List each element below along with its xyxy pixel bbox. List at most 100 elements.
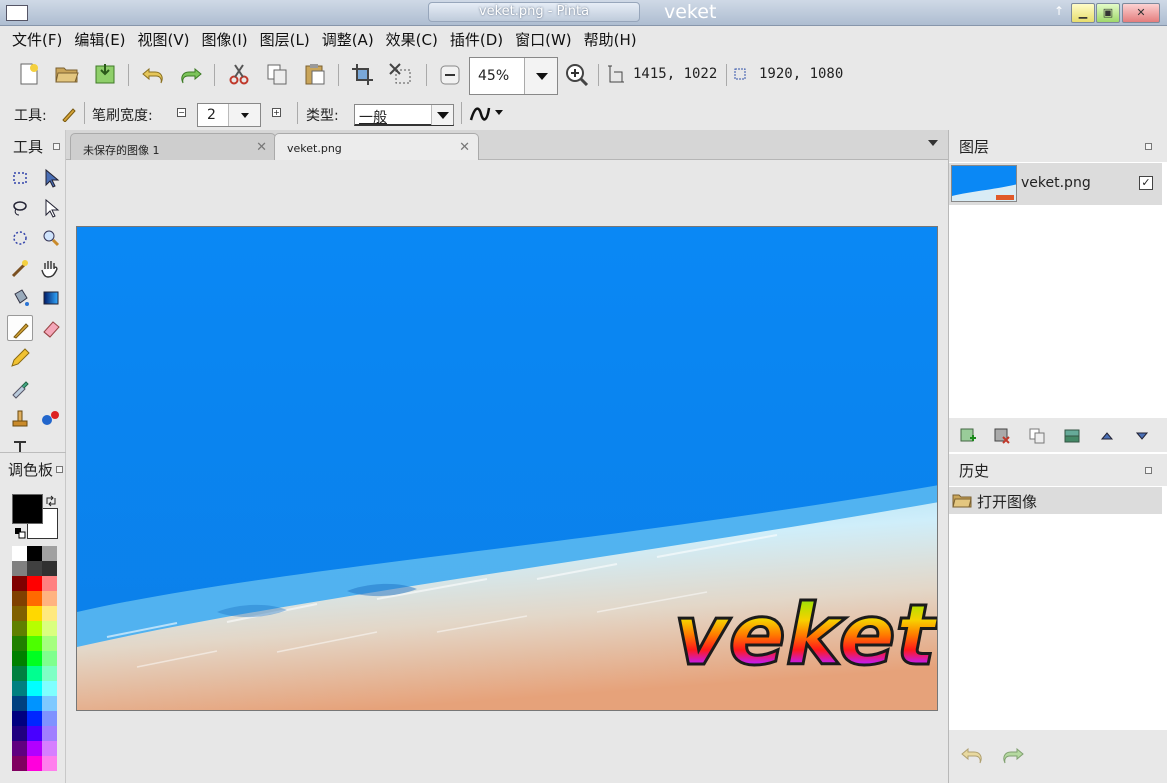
recolor-tool-icon[interactable] [38,405,64,431]
move-layer-down-icon[interactable] [1133,427,1151,445]
redo-icon[interactable] [1000,742,1026,766]
image-canvas[interactable]: veket [76,226,938,711]
palette-swatch[interactable] [27,621,42,636]
pin-icon[interactable] [56,466,63,473]
copy-icon[interactable] [264,62,290,86]
pin-icon[interactable] [1145,467,1152,474]
palette-swatch[interactable] [12,546,27,561]
palette-swatch[interactable] [12,606,27,621]
palette-swatch[interactable] [42,651,57,666]
arrow-up-icon[interactable]: ↑ [1054,4,1064,18]
duplicate-layer-icon[interactable] [1028,427,1046,445]
palette-swatch[interactable] [12,756,27,771]
palette-swatch[interactable] [42,561,57,576]
palette-swatch[interactable] [12,621,27,636]
close-button[interactable]: ✕ [1122,3,1160,23]
minimize-button[interactable]: ▁ [1071,3,1095,23]
palette-swatch[interactable] [27,651,42,666]
menu-image[interactable]: 图像(I) [196,26,254,54]
palette-swatch[interactable] [12,666,27,681]
brush-width-dropdown[interactable] [228,104,260,126]
undo-icon[interactable] [140,62,166,86]
brush-type-dropdown[interactable] [431,105,453,125]
close-tab-icon[interactable]: ✕ [256,140,267,155]
rectangle-select-tool-icon[interactable] [7,165,33,191]
palette-swatch[interactable] [27,696,42,711]
palette-swatch[interactable] [12,711,27,726]
gradient-tool-icon[interactable] [38,285,64,311]
pencil-tool-icon[interactable] [7,345,33,371]
palette-swatch[interactable] [27,591,42,606]
paint-bucket-tool-icon[interactable] [7,285,33,311]
palette-swatch[interactable] [42,606,57,621]
palette-swatch[interactable] [12,651,27,666]
ellipse-select-tool-icon[interactable] [7,225,33,251]
zoom-tool-icon[interactable] [38,225,64,251]
palette-swatch[interactable] [27,726,42,741]
clone-stamp-tool-icon[interactable] [7,405,33,431]
color-picker-tool-icon[interactable] [7,375,33,401]
palette-swatch[interactable] [12,591,27,606]
brush-type-combo[interactable]: 一般 [354,104,454,126]
undo-icon[interactable] [959,742,985,766]
decrease-width-button[interactable]: − [177,108,186,117]
zoom-combo[interactable]: 45% [469,57,558,95]
antialiasing-toggle-icon[interactable] [468,102,508,124]
tab-list-menu-icon[interactable] [928,140,938,146]
pan-tool-icon[interactable] [38,255,64,281]
paste-icon[interactable] [302,62,328,86]
palette-swatch[interactable] [12,726,27,741]
zoom-in-icon[interactable] [564,62,590,86]
tab-veket-png[interactable]: veket.png ✕ [274,133,479,160]
menu-help[interactable]: 帮助(H) [578,26,643,54]
history-item[interactable]: 打开图像 [949,487,1162,514]
menu-addins[interactable]: 插件(D) [444,26,509,54]
layer-item[interactable]: veket.png ✓ [949,163,1162,205]
palette-swatch[interactable] [42,636,57,651]
palette-swatch[interactable] [42,711,57,726]
palette-swatch[interactable] [42,546,57,561]
brush-width-value[interactable]: 2 [207,107,216,123]
palette-swatch[interactable] [42,741,57,756]
menu-adjustments[interactable]: 调整(A) [316,26,380,54]
palette-swatch[interactable] [27,576,42,591]
menu-layers[interactable]: 图层(L) [254,26,316,54]
palette-swatch[interactable] [27,561,42,576]
maximize-button[interactable]: ▣ [1096,3,1120,23]
redo-icon[interactable] [178,62,204,86]
palette-swatch[interactable] [27,666,42,681]
palette-swatch[interactable] [42,756,57,771]
palette-swatch[interactable] [12,576,27,591]
reset-colors-icon[interactable] [14,527,26,539]
crop-to-selection-icon[interactable] [350,62,376,86]
primary-color-swatch[interactable] [12,494,43,524]
move-selected-tool-icon[interactable] [38,165,64,191]
layer-visibility-checkbox[interactable]: ✓ [1139,176,1153,190]
palette-swatch[interactable] [27,741,42,756]
zoom-value[interactable]: 45% [478,68,509,84]
palette-swatch[interactable] [42,681,57,696]
palette-swatch[interactable] [27,681,42,696]
palette-swatch[interactable] [42,696,57,711]
menu-effects[interactable]: 效果(C) [380,26,444,54]
cut-icon[interactable] [226,62,252,86]
open-folder-icon[interactable] [54,62,80,86]
window-menu-icon[interactable] [6,5,28,21]
new-image-icon[interactable] [16,62,42,86]
palette-swatch[interactable] [27,711,42,726]
pin-icon[interactable] [1145,143,1152,150]
merge-layer-down-icon[interactable] [1063,427,1081,445]
palette-swatch[interactable] [27,756,42,771]
swap-colors-icon[interactable] [45,495,57,507]
add-layer-icon[interactable] [959,427,977,445]
palette-swatch[interactable] [42,726,57,741]
magic-wand-tool-icon[interactable] [7,255,33,281]
eraser-tool-icon[interactable] [38,315,64,341]
menu-view[interactable]: 视图(V) [132,26,196,54]
deselect-icon[interactable] [388,62,414,86]
pin-icon[interactable] [53,143,60,150]
palette-swatch[interactable] [12,696,27,711]
close-tab-icon[interactable]: ✕ [459,140,470,155]
palette-swatch[interactable] [27,546,42,561]
delete-layer-icon[interactable] [993,427,1011,445]
